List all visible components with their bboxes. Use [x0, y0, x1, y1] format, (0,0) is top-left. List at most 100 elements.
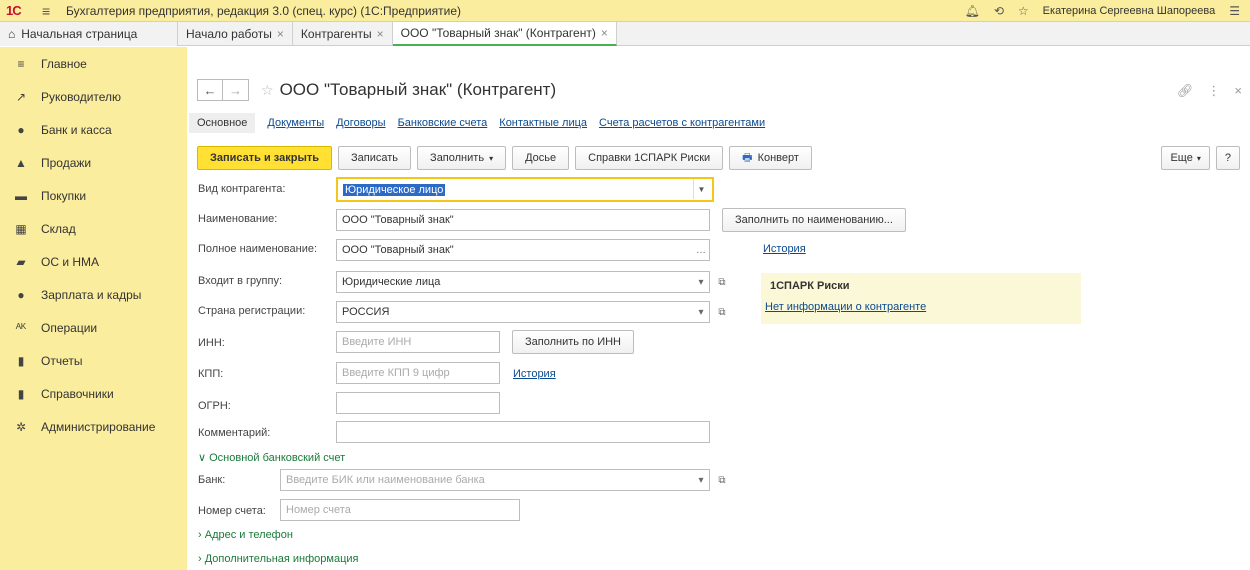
forward-button[interactable]: →	[223, 79, 249, 101]
fill-by-inn-button[interactable]: Заполнить по ИНН	[512, 330, 634, 354]
envelope-button[interactable]: 🖶︎ Конверт	[729, 146, 812, 170]
bag-icon: ▲	[15, 155, 27, 170]
app-title: Бухгалтерия предприятия, редакция 3.0 (с…	[66, 3, 461, 18]
bell-icon[interactable]: 🔔︎	[965, 4, 980, 18]
group-field[interactable]: Юридические лица	[336, 271, 710, 293]
ogrn-field[interactable]	[336, 392, 500, 414]
sidebar-item-main[interactable]: ≡ Главное	[0, 47, 187, 80]
section-contracts[interactable]: Договоры	[336, 117, 385, 129]
inn-field[interactable]: Введите ИНН	[336, 331, 500, 353]
tab-counterparties[interactable]: Контрагенты ×	[293, 22, 393, 46]
spark-no-info-link[interactable]: Нет информации о контрагенте	[765, 301, 926, 313]
open-icon[interactable]: ⧉	[714, 301, 730, 323]
fill-button[interactable]: Заполнить ▾	[417, 146, 507, 170]
history-icon[interactable]: ⟲	[994, 4, 1004, 18]
sidebar-item-label: Покупки	[41, 188, 87, 203]
tab-home[interactable]: ⌂ Начальная страница	[0, 22, 178, 46]
printer-icon: 🖶︎	[742, 151, 753, 164]
account-number-label: Номер счета:	[198, 505, 266, 517]
fullname-field[interactable]: ООО "Товарный знак"	[336, 239, 710, 261]
sidebar-item-label: Банк и касса	[41, 122, 112, 137]
truck-icon: ▰	[16, 254, 26, 269]
open-icon[interactable]: ⧉	[714, 469, 730, 491]
additional-group-toggle[interactable]: › Дополнительная информация	[198, 553, 359, 565]
gear-icon: ✲	[15, 419, 27, 434]
more-button[interactable]: Еще ▾	[1161, 146, 1210, 170]
fill-by-name-button[interactable]: Заполнить по наименованию...	[722, 208, 906, 232]
chevron-down-icon: ▾	[489, 153, 494, 163]
save-button[interactable]: Записать	[338, 146, 412, 170]
star-icon[interactable]: ☆	[1018, 4, 1029, 18]
country-field[interactable]: РОССИЯ	[336, 301, 710, 323]
close-icon[interactable]: ×	[277, 27, 284, 41]
section-main[interactable]: Основное	[189, 113, 256, 133]
chevron-down-icon[interactable]: ▼	[693, 179, 709, 199]
sidebar-item-purchases[interactable]: ▬ Покупки	[0, 179, 187, 212]
save-close-button[interactable]: Записать и закрыть	[197, 146, 333, 170]
sidebar-item-admin[interactable]: ✲ Администрирование	[0, 410, 187, 443]
kpp-history-link[interactable]: История	[513, 368, 556, 380]
favorite-star-icon[interactable]: ☆	[261, 82, 274, 99]
tabs-bar: ⌂ Начальная страница Начало работы × Кон…	[0, 22, 1250, 46]
trend-icon: ↗	[15, 89, 27, 104]
link-icon[interactable]: 🔗︎	[1177, 83, 1194, 99]
close-icon[interactable]: ×	[1234, 83, 1242, 99]
fullname-label: Полное наименование:	[198, 243, 318, 255]
chevron-down-icon[interactable]: ▾	[693, 469, 709, 491]
fill-button-label: Заполнить	[430, 152, 485, 164]
menu-icon[interactable]: ≡	[42, 3, 58, 19]
sidebar-item-catalogs[interactable]: ▮ Справочники	[0, 377, 187, 410]
tab-label: Начало работы	[186, 27, 272, 41]
page-title: ООО "Товарный знак" (Контрагент)	[279, 80, 557, 99]
kind-value: Юридическое лицо	[343, 183, 446, 196]
section-contacts[interactable]: Контактные лица	[499, 117, 587, 129]
more-vertical-icon[interactable]: ⋮	[1207, 83, 1220, 99]
spark-reports-button[interactable]: Справки 1СПАРК Риски	[575, 146, 724, 170]
sidebar-item-label: ОС и НМА	[41, 254, 100, 269]
close-icon[interactable]: ×	[601, 26, 608, 40]
kind-select[interactable]: Юридическое лицо	[336, 177, 714, 202]
section-bank-accounts[interactable]: Банковские счета	[398, 117, 488, 129]
close-icon[interactable]: ×	[377, 27, 384, 41]
chevron-down-icon: ▾	[1196, 153, 1201, 163]
back-button[interactable]: ←	[197, 79, 223, 101]
name-field[interactable]: ООО "Товарный знак"	[336, 209, 710, 231]
settings-menu-icon[interactable]: ☰	[1229, 4, 1240, 18]
more-button-label: Еще	[1170, 152, 1193, 164]
open-icon[interactable]: ⧉	[714, 271, 730, 293]
address-group-label: Адрес и телефон	[204, 529, 293, 541]
sidebar-item-manager[interactable]: ↗ Руководителю	[0, 80, 187, 113]
help-button[interactable]: ?	[1215, 146, 1240, 170]
sidebar-item-sales[interactable]: ▲ Продажи	[0, 146, 187, 179]
ogrn-label: ОГРН:	[198, 400, 231, 412]
user-name[interactable]: Екатерина Сергеевна Шапореева	[1043, 5, 1216, 17]
sidebar-item-warehouse[interactable]: ▦ Склад	[0, 212, 187, 245]
tab-start[interactable]: Начало работы ×	[178, 22, 293, 46]
person-icon: ●	[17, 287, 25, 302]
sidebar-item-assets[interactable]: ▰ ОС и НМА	[0, 245, 187, 278]
sidebar-item-bank[interactable]: ● Банк и касса	[0, 113, 187, 146]
ellipsis-icon[interactable]: …	[693, 239, 709, 261]
sidebar-item-reports[interactable]: ▮ Отчеты	[0, 344, 187, 377]
chevron-down-icon: ∨	[198, 452, 207, 464]
tab-counterparty-card[interactable]: ООО "Товарный знак" (Контрагент) ×	[392, 22, 617, 46]
address-group-toggle[interactable]: › Адрес и телефон	[198, 529, 293, 541]
fullname-history-link[interactable]: История	[763, 243, 806, 255]
section-settlement-accounts[interactable]: Счета расчетов с контрагентами	[599, 117, 765, 129]
bank-group-label: Основной банковский счет	[209, 452, 346, 464]
section-documents[interactable]: Документы	[267, 117, 324, 129]
book-icon: ▮	[17, 386, 25, 401]
chevron-right-icon: ›	[198, 529, 202, 541]
account-number-field[interactable]: Номер счета	[280, 499, 520, 521]
sidebar-item-salary[interactable]: ● Зарплата и кадры	[0, 278, 187, 311]
bank-account-group-toggle[interactable]: ∨ Основной банковский счет	[198, 451, 345, 464]
sidebar-item-label: Главное	[41, 56, 87, 71]
kpp-field[interactable]: Введите КПП 9 цифр	[336, 362, 500, 384]
chevron-down-icon[interactable]: ▾	[693, 271, 709, 293]
dossier-button[interactable]: Досье	[512, 146, 570, 170]
comment-field[interactable]	[336, 421, 710, 443]
bank-field[interactable]: Введите БИК или наименование банка	[280, 469, 710, 491]
inn-label: ИНН:	[198, 337, 225, 349]
sidebar-item-operations[interactable]: ᴬᴷ Операции	[0, 311, 187, 344]
chevron-down-icon[interactable]: ▾	[693, 301, 709, 323]
